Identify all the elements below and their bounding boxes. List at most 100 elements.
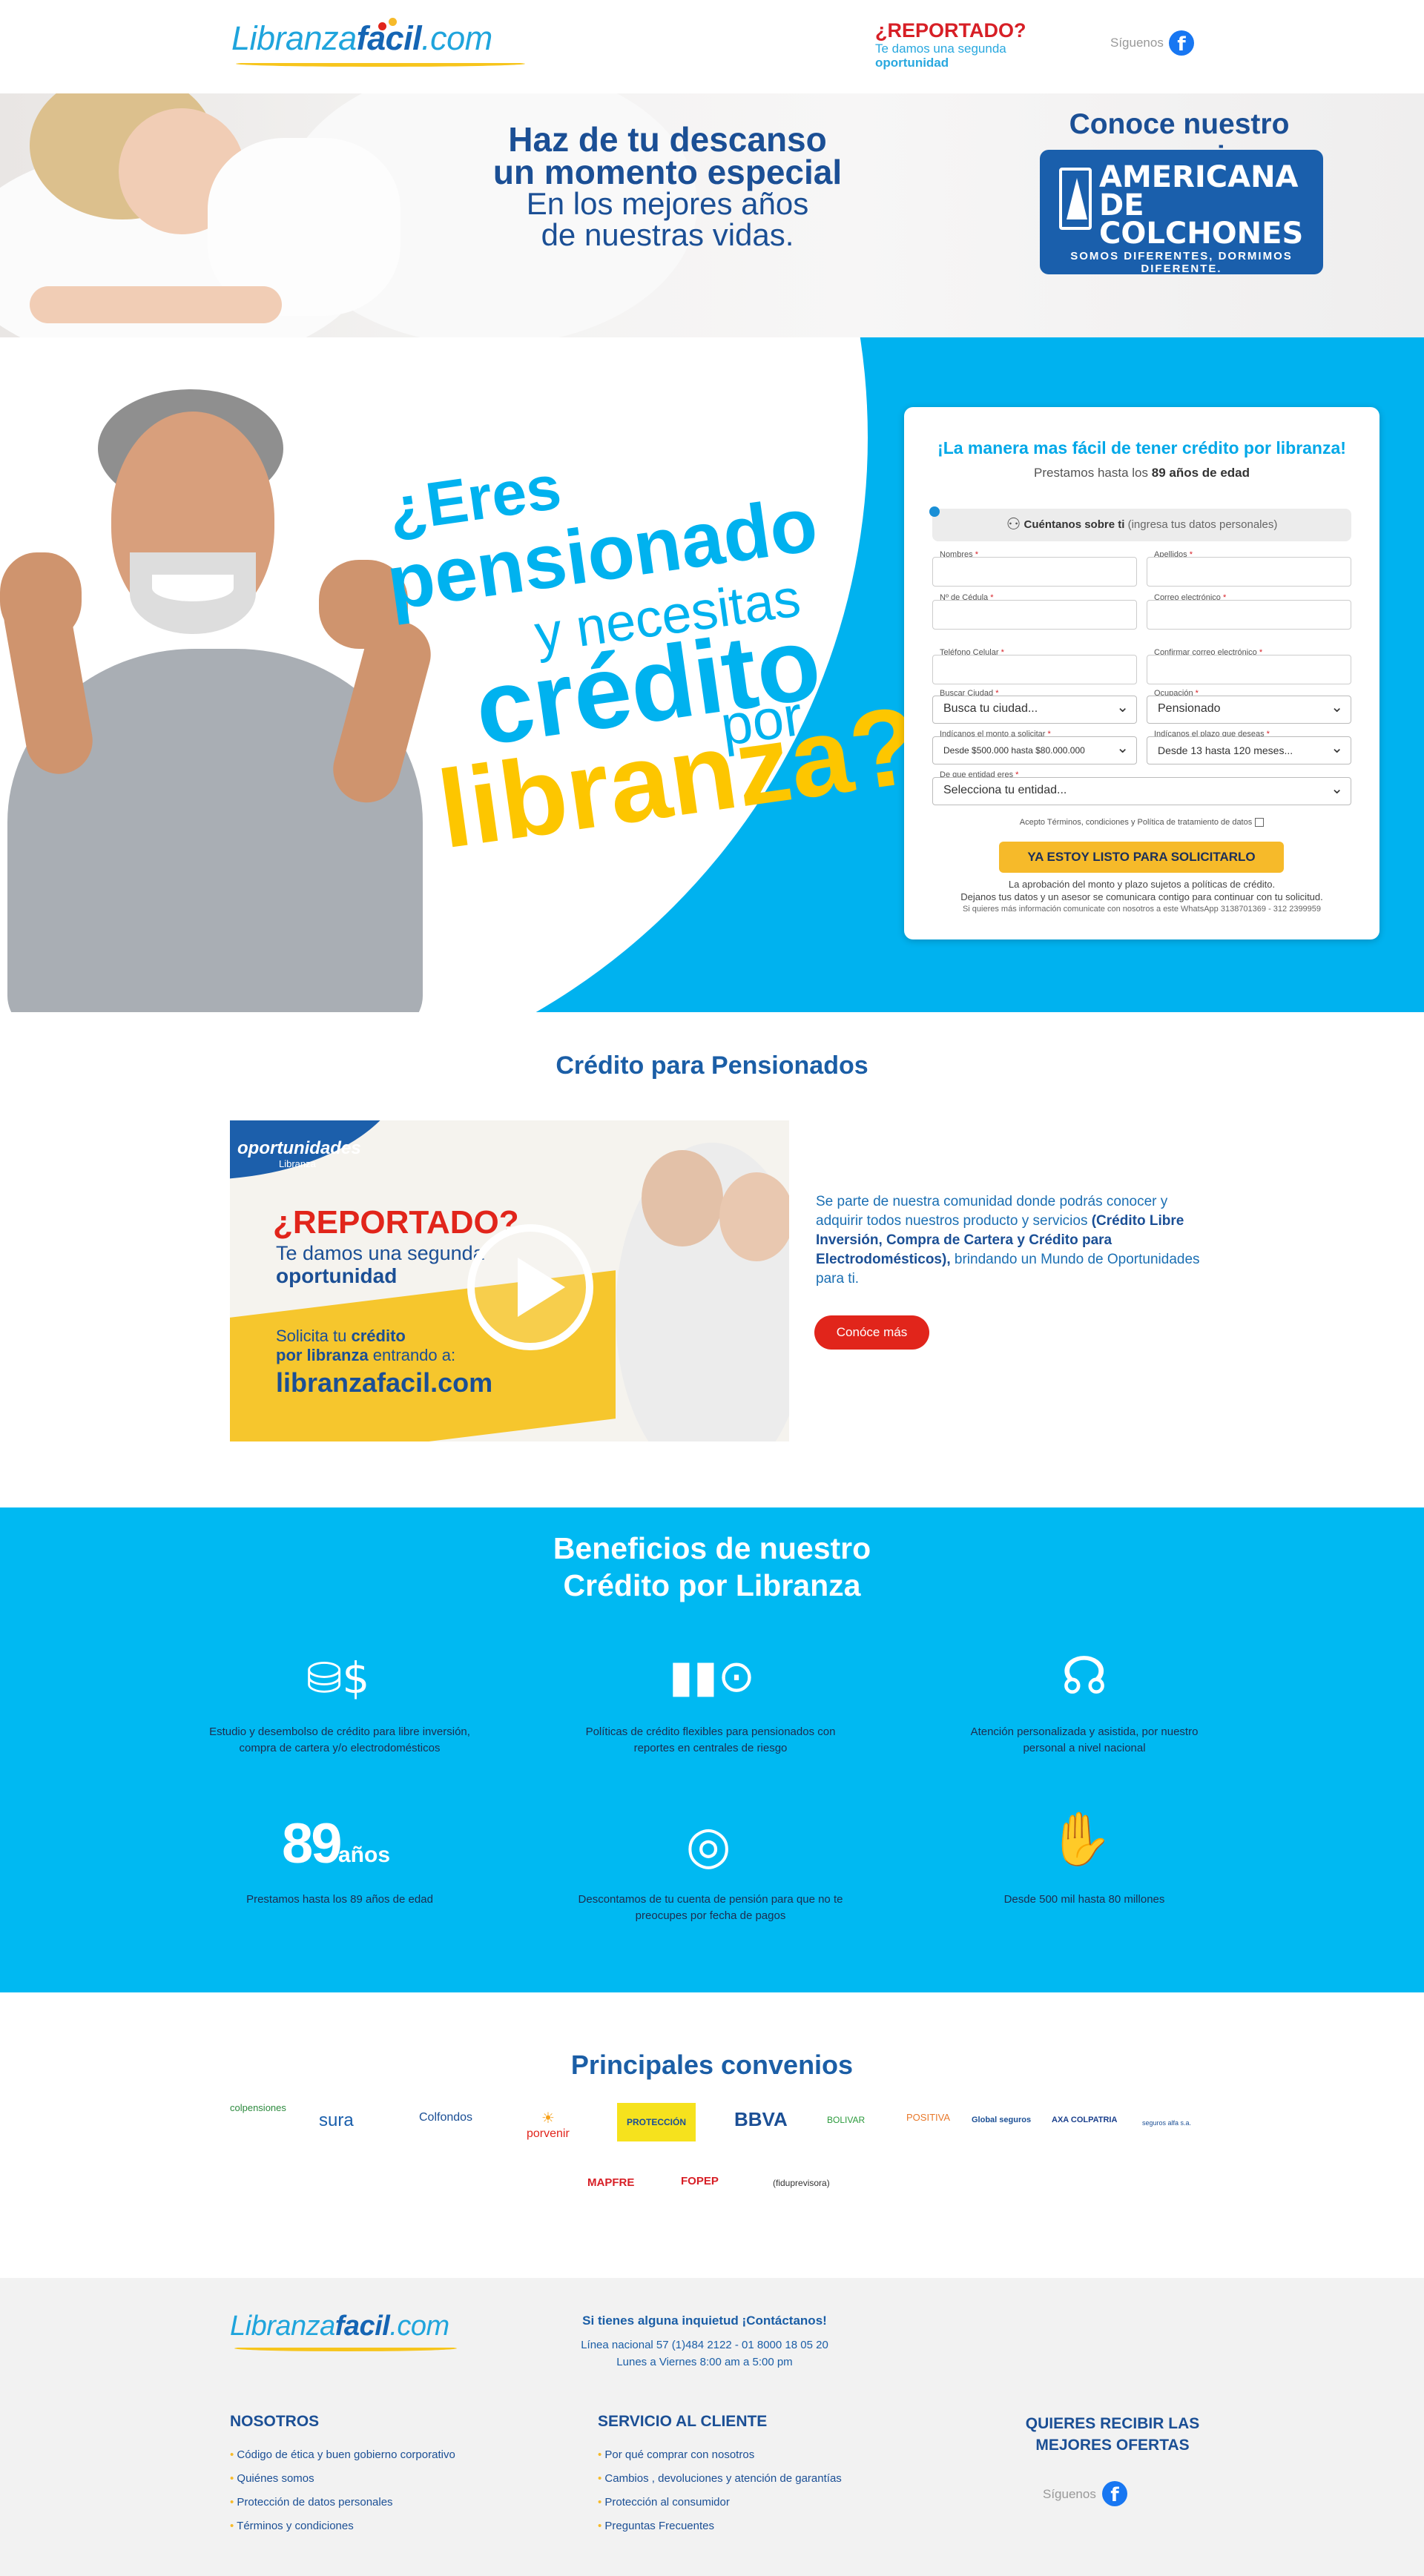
logo-global-seguros[interactable]: Global seguros: [972, 2116, 1031, 2124]
chart-search-icon: ▮▮⊙: [668, 1651, 756, 1703]
logo-bbva[interactable]: BBVA: [734, 2108, 788, 2131]
age-89-icon: 89 años: [282, 1812, 400, 1875]
ac-brand-line1: AMERICANA: [1099, 160, 1299, 194]
form-note-advisor: Dejanos tus datos y un asesor se comunic…: [960, 891, 1323, 902]
monto-select[interactable]: Desde $500.000 hasta $80.000.000: [932, 736, 1137, 764]
logo-text-facil: facil: [356, 19, 422, 57]
beneficio-2-text: Políticas de crédito flexibles para pens…: [585, 1725, 836, 1754]
footer-link-quienes-somos[interactable]: Quiénes somos: [230, 2472, 314, 2485]
ciudad-select[interactable]: Busca tu ciudad...: [932, 696, 1137, 724]
logo-sura[interactable]: sura: [319, 2110, 354, 2131]
form-step-indicator: [929, 506, 940, 517]
submit-button[interactable]: YA ESTOY LISTO PARA SOLICITARLO: [999, 842, 1284, 873]
beneficios-title-line2: Crédito por Libranza: [563, 1568, 861, 1602]
footer-link-por-que-comprar[interactable]: Por qué comprar con nosotros: [598, 2448, 754, 2461]
beneficio-5-text: Descontamos de tu cuenta de pensión para…: [578, 1893, 843, 1922]
form-subtitle-text: Prestamos hasta los: [1033, 466, 1152, 480]
logo-dot-red: [378, 22, 386, 30]
logo-colfondos[interactable]: Colfondos: [419, 2111, 472, 2124]
footer-col3-title-line2: MEJORES OFERTAS: [1035, 2437, 1190, 2454]
entidad-select[interactable]: Selecciona tu entidad...: [932, 777, 1351, 805]
banner-subheadline: En los mejores años de nuestras vidas.: [475, 188, 860, 251]
ac-emblem-icon: [1059, 168, 1092, 230]
credito-section-title: Crédito para Pensionados: [556, 1051, 868, 1080]
woman-face-video-image: [719, 1172, 789, 1261]
telefono-input[interactable]: [932, 655, 1137, 684]
man-face-video-image: [642, 1150, 723, 1246]
facebook-icon[interactable]: f: [1169, 30, 1194, 56]
beneficios-title-line1: Beneficios de nuestro: [553, 1531, 871, 1565]
logo-proteccion[interactable]: PROTECCIÓN: [617, 2103, 696, 2141]
nombres-input[interactable]: [932, 557, 1137, 587]
reportado-title[interactable]: ¿REPORTADO?: [875, 19, 1026, 42]
video-subtitle: Te damos una segunda: [276, 1242, 484, 1264]
promo-video-player[interactable]: oportunidades Libranza ¿REPORTADO? Te da…: [230, 1120, 789, 1441]
americana-de-colchones-logo[interactable]: AMERICANA DE COLCHONES SOMOS DIFERENTES,…: [1040, 150, 1323, 275]
logo-text-com: .com: [421, 19, 492, 57]
money-coins-icon: ⛁$: [306, 1653, 370, 1703]
footer-col1-title: NOSOTROS: [230, 2413, 320, 2430]
apellidos-input[interactable]: [1147, 557, 1351, 587]
ac-brand-name: AMERICANA DE COLCHONES: [1099, 160, 1323, 251]
form-section-hint: (ingresa tus datos personales): [1124, 518, 1278, 531]
logo-fiduprevisora[interactable]: (fiduprevisora): [773, 2178, 830, 2188]
logo-fopep[interactable]: FOPEP: [681, 2175, 719, 2187]
form-note-approval: La aprobación del monto y plazo sujetos …: [1008, 879, 1276, 890]
user-card-icon: ⚇: [1006, 515, 1021, 535]
footer-col2-title: SERVICIO AL CLIENTE: [598, 2413, 768, 2430]
logo-dot-yellow: [389, 18, 397, 26]
target-money-icon: ◎: [685, 1814, 731, 1875]
banner-subheadline-line2: de nuestras vidas.: [541, 217, 794, 252]
footer-phone: Línea nacional 57 (1)484 2122 - 01 8000 …: [581, 2339, 828, 2351]
plazo-select[interactable]: Desde 13 hasta 120 meses...: [1147, 736, 1351, 764]
credito-description: Se parte de nuestra comunidad donde podr…: [816, 1194, 1200, 1287]
man-left-fist-image: [0, 552, 82, 641]
video-cta-line2: por libranza entrando a:: [276, 1346, 456, 1364]
banner-headline-line1: Haz de tu descanso: [508, 120, 827, 159]
footer-hours: Lunes a Viernes 8:00 am a 5:00 pm: [616, 2356, 793, 2368]
footer-link-etica[interactable]: Código de ética y buen gobierno corporat…: [230, 2448, 455, 2461]
promo-banner[interactable]: Haz de tu descanso un momento especial E…: [0, 93, 1424, 337]
footer-link-terminos[interactable]: Términos y condiciones: [230, 2520, 354, 2532]
form-subtitle-age: 89 años de edad: [1151, 466, 1250, 480]
beneficios-section: Beneficios de nuestro Crédito por Libran…: [0, 1507, 1424, 1992]
logo-text-libranza: Libranza: [231, 19, 357, 57]
ac-brand-line2: DE COLCHONES: [1099, 188, 1304, 251]
conoce-mas-button[interactable]: Conóce más: [814, 1315, 929, 1350]
logo-axa-colpatria[interactable]: AXA COLPATRIA: [1052, 2116, 1117, 2124]
video-reportado: ¿REPORTADO?: [273, 1204, 519, 1241]
logo-positiva[interactable]: POSITIVA: [906, 2112, 950, 2123]
logo-bolivar[interactable]: BOLIVAR: [827, 2115, 865, 2125]
cedula-input[interactable]: [932, 600, 1137, 630]
play-icon[interactable]: [467, 1224, 593, 1350]
footer-logo-swoosh: [234, 2345, 457, 2351]
follow-label: Síguenos: [1110, 36, 1164, 50]
credit-request-form: ¡La manera mas fácil de tener crédito po…: [904, 407, 1380, 939]
site-header: Libranzafacil.com ¿REPORTADO? Te damos u…: [0, 0, 1424, 93]
footer-logo-text-com: .com: [389, 2311, 449, 2342]
footer-logo[interactable]: Libranzafacil.com: [230, 2311, 457, 2351]
footer-link-proteccion-datos[interactable]: Protección de datos personales: [230, 2496, 392, 2509]
logo-porvenir[interactable]: ☀ porvenir: [527, 2109, 570, 2141]
footer-link-cambios[interactable]: Cambios , devoluciones y atención de gar…: [598, 2472, 841, 2485]
ac-tagline: SOMOS DIFERENTES, DORMIMOS DIFERENTE.: [1070, 250, 1293, 275]
logo-mapfre[interactable]: MAPFRE: [587, 2176, 634, 2189]
beneficios-title: Beneficios de nuestro Crédito por Libran…: [0, 1530, 1424, 1604]
terms-label[interactable]: Acepto Términos, condiciones y Política …: [1020, 818, 1252, 827]
man-smile-image: [152, 575, 234, 601]
logo-colpensiones[interactable]: colpensiones: [230, 2102, 286, 2113]
logo-seguros-alfa[interactable]: seguros alfa s.a.: [1142, 2119, 1191, 2127]
video-brand-sub: Libranza: [279, 1158, 316, 1169]
site-logo[interactable]: Libranzafacil.com: [231, 19, 525, 67]
footer-facebook-icon[interactable]: f: [1102, 2481, 1127, 2506]
footer-link-preguntas[interactable]: Preguntas Frecuentes: [598, 2520, 714, 2532]
video-brand-name: oportunidades: [237, 1138, 361, 1158]
ocupacion-select[interactable]: Pensionado: [1147, 696, 1351, 724]
video-cta-line1: Solicita tu crédito: [276, 1327, 406, 1345]
headset-agent-icon: ☊: [1061, 1645, 1108, 1706]
confirmar-correo-input[interactable]: [1147, 655, 1351, 684]
terms-checkbox[interactable]: [1255, 818, 1265, 828]
correo-input[interactable]: [1147, 600, 1351, 630]
sun-icon: ☀: [541, 2110, 555, 2127]
footer-link-proteccion-consumidor[interactable]: Protección al consumidor: [598, 2496, 729, 2509]
